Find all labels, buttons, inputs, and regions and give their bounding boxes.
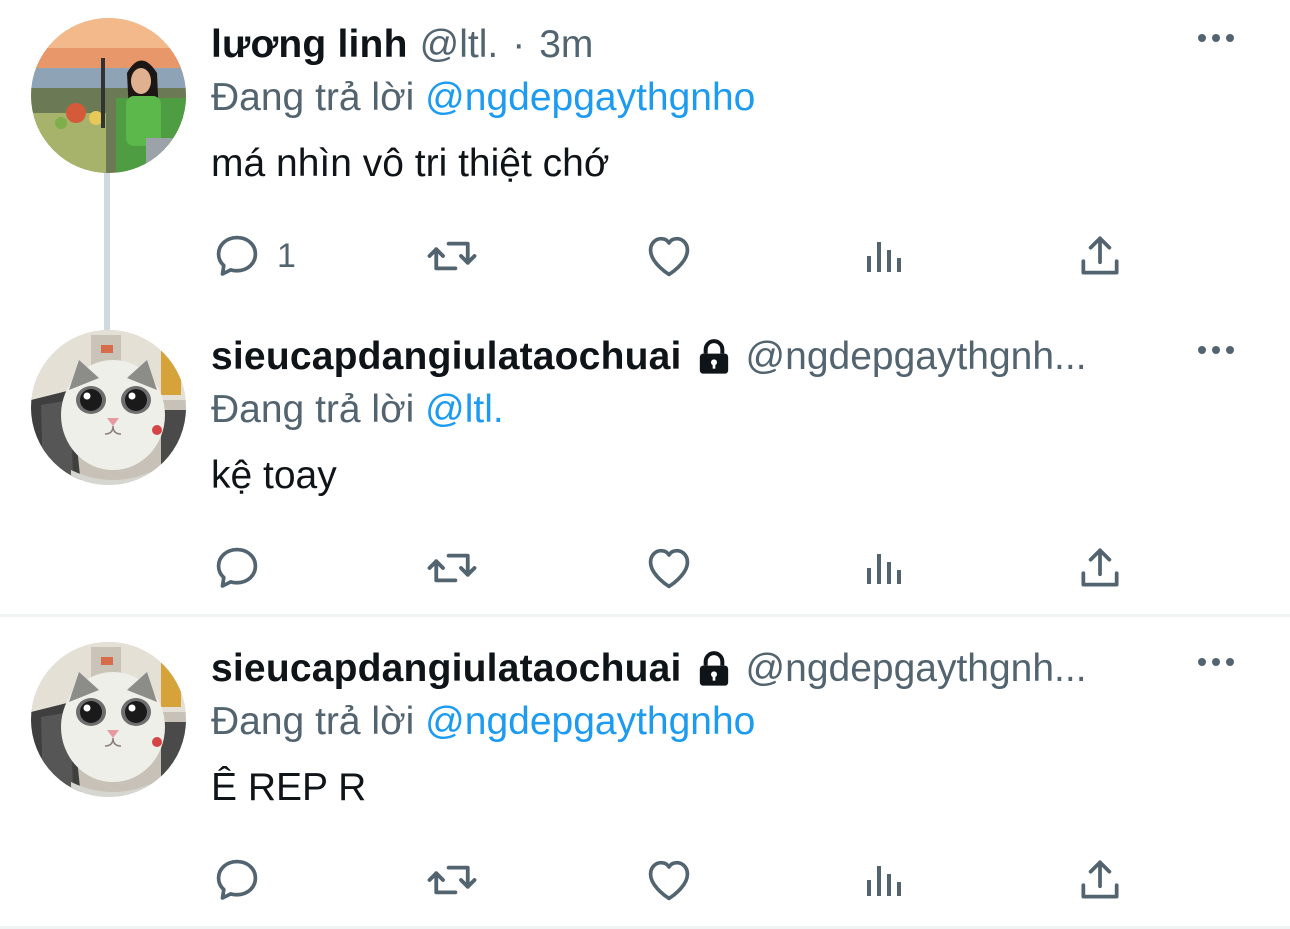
like-icon xyxy=(643,542,695,594)
share-button[interactable] xyxy=(1075,542,1125,594)
tweet-header: sieucapdangiulataochuai @ngdepgaythgnh..… xyxy=(211,646,1087,692)
reply-icon xyxy=(211,230,263,282)
tweet[interactable]: sieucapdangiulataochuai @ngdepgaythgnh..… xyxy=(0,624,1290,926)
user-handle[interactable]: @ngdepgaythgnh... xyxy=(746,335,1087,379)
share-icon xyxy=(1075,231,1125,281)
mention-link[interactable]: @ngdepgaythgnho xyxy=(425,700,755,743)
views-icon xyxy=(859,544,907,592)
display-name[interactable]: lương linh xyxy=(211,23,408,67)
replying-to: Đang trả lời @ngdepgaythgnho xyxy=(211,700,755,744)
display-name[interactable]: sieucapdangiulataochuai xyxy=(211,647,682,691)
user-handle[interactable]: @ltl. xyxy=(420,23,499,67)
retweet-icon xyxy=(425,853,479,907)
more-options-icon[interactable] xyxy=(1198,658,1234,666)
mention-link[interactable]: @ltl. xyxy=(425,388,504,431)
reply-count: 1 xyxy=(277,236,296,275)
tweet-text: Ê REP R xyxy=(211,766,367,809)
tweet-text: má nhìn vô tri thiệt chớ xyxy=(211,142,610,185)
timestamp[interactable]: 3m xyxy=(539,23,593,67)
retweet-icon xyxy=(425,229,479,283)
share-button[interactable] xyxy=(1075,230,1125,282)
tweet-actions xyxy=(211,854,1131,906)
reply-button[interactable] xyxy=(211,542,263,594)
replying-to-label: Đang trả lời xyxy=(211,388,415,431)
cat-photo-icon xyxy=(31,642,186,797)
views-button[interactable] xyxy=(859,230,907,282)
divider xyxy=(0,614,1290,617)
protected-lock-icon xyxy=(694,337,734,377)
views-button[interactable] xyxy=(859,542,907,594)
retweet-button[interactable] xyxy=(425,230,479,282)
reply-icon xyxy=(211,542,263,594)
avatar[interactable] xyxy=(31,642,186,797)
retweet-button[interactable] xyxy=(425,542,479,594)
retweet-icon xyxy=(425,541,479,595)
replying-to: Đang trả lời @ngdepgaythgnho xyxy=(211,76,755,120)
mention-link[interactable]: @ngdepgaythgnho xyxy=(425,76,755,119)
more-options-icon[interactable] xyxy=(1198,34,1234,42)
tweet-header: lương linh @ltl. · 3m xyxy=(211,22,593,68)
thread-line xyxy=(104,170,110,330)
display-name[interactable]: sieucapdangiulataochuai xyxy=(211,335,682,379)
views-icon xyxy=(859,232,907,280)
cat-photo-icon xyxy=(31,330,186,485)
separator-dot: · xyxy=(512,23,526,66)
tweet[interactable]: sieucapdangiulataochuai @ngdepgaythgnh..… xyxy=(0,312,1290,614)
reply-button[interactable]: 1 xyxy=(211,230,296,282)
retweet-button[interactable] xyxy=(425,854,479,906)
protected-lock-icon xyxy=(694,649,734,689)
replying-to-label: Đang trả lời xyxy=(211,76,415,119)
tweet-header: sieucapdangiulataochuai @ngdepgaythgnh..… xyxy=(211,334,1087,380)
replying-to: Đang trả lời @ltl. xyxy=(211,388,504,432)
tweet-actions: 1 xyxy=(211,230,1131,282)
user-handle[interactable]: @ngdepgaythgnh... xyxy=(746,647,1087,691)
avatar[interactable] xyxy=(31,330,186,485)
avatar[interactable] xyxy=(31,18,186,173)
reply-button[interactable] xyxy=(211,854,263,906)
share-icon xyxy=(1075,543,1125,593)
tweet[interactable]: lương linh @ltl. · 3m Đang trả lời @ngde… xyxy=(0,0,1290,330)
more-options-icon[interactable] xyxy=(1198,346,1234,354)
share-button[interactable] xyxy=(1075,854,1125,906)
tweet-actions xyxy=(211,542,1131,594)
woman-by-sea-photo-icon xyxy=(31,18,186,173)
views-icon xyxy=(859,856,907,904)
like-icon xyxy=(643,230,695,282)
like-button[interactable] xyxy=(643,230,695,282)
like-button[interactable] xyxy=(643,542,695,594)
like-button[interactable] xyxy=(643,854,695,906)
share-icon xyxy=(1075,855,1125,905)
views-button[interactable] xyxy=(859,854,907,906)
replying-to-label: Đang trả lời xyxy=(211,700,415,743)
tweet-text: kệ toay xyxy=(211,454,337,497)
reply-icon xyxy=(211,854,263,906)
like-icon xyxy=(643,854,695,906)
